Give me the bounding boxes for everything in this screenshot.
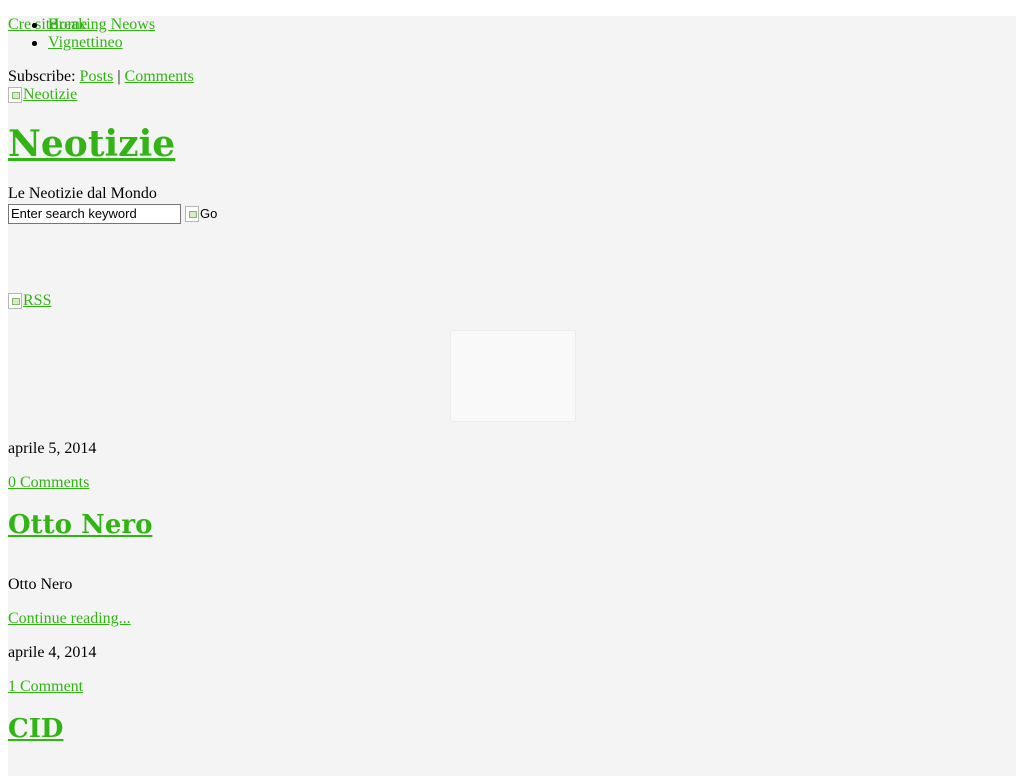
broken-image-icon [8, 293, 22, 310]
site-title[interactable]: Neotizie [8, 124, 175, 164]
bullet-icon [32, 23, 37, 28]
go-alt-text: Go [200, 206, 218, 221]
search-input[interactable] [8, 204, 181, 224]
continue-reading-link[interactable]: Continue reading... [8, 610, 131, 628]
subscribe-label: Subscribe: [8, 68, 76, 85]
nav-link-vignettineo[interactable]: Vignettineo [48, 34, 123, 51]
site-logo-link[interactable]: Neotizie [8, 86, 77, 104]
featured-image-placeholder [450, 330, 576, 422]
post-comments-link[interactable]: 0 Comments [8, 474, 89, 492]
post-title[interactable]: Otto Nero [8, 510, 152, 540]
post-excerpt: Otto Nero [8, 576, 73, 593]
broken-image-icon [185, 206, 199, 222]
subscribe-bar: Subscribe: Posts | Comments [8, 68, 194, 86]
category-link-breaking-neows[interactable]: Breaking Neows [48, 16, 155, 33]
subscribe-comments-link[interactable]: Comments [125, 68, 194, 85]
rss-link[interactable]: RSS [8, 292, 51, 310]
broken-image-icon [8, 87, 22, 104]
subscribe-posts-link[interactable]: Posts [80, 68, 114, 85]
category-item-breaking: Breaking Neows [32, 16, 155, 34]
rss-alt-text: RSS [23, 292, 52, 309]
nav-item-vignettineo: Vignettineo [32, 34, 123, 52]
search-go-button[interactable]: Go [185, 205, 217, 223]
subscribe-separator: | [117, 68, 121, 85]
post-title[interactable]: CID [8, 714, 63, 744]
logo-alt-text: Neotizie [23, 86, 78, 103]
bullet-icon [32, 41, 37, 46]
post-date: aprile 5, 2014 [8, 440, 97, 457]
post-comments-link[interactable]: 1 Comment [8, 678, 83, 696]
post-date: aprile 4, 2014 [8, 644, 97, 661]
site-tagline: Le Neotizie dal Mondo [8, 185, 157, 202]
page-container: Cre site Home Vignettineo Subscribe: Pos… [8, 16, 1016, 776]
